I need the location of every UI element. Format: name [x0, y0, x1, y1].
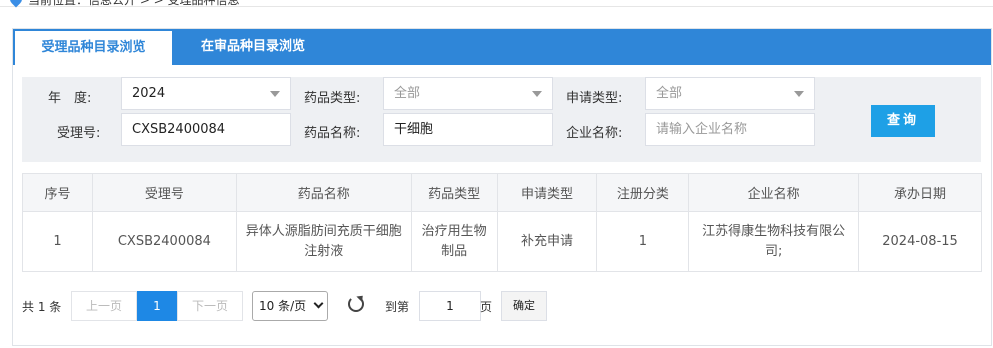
year-label: 年 度: — [48, 91, 92, 106]
cell-accept-no: CXSB2400084 — [91, 211, 237, 272]
table-header-row: 序号 受理号 药品名称 药品类型 申请类型 注册分类 企业名称 承办日期 — [22, 173, 982, 212]
col-header-company: 企业名称 — [688, 173, 860, 212]
dropdown-arrow-icon — [532, 91, 542, 97]
tab-bar: 受理品种目录浏览 在审品种目录浏览 — [13, 29, 991, 65]
chevron-down-icon — [313, 298, 324, 309]
year-select[interactable]: 2024 — [121, 77, 291, 110]
dropdown-arrow-icon — [270, 91, 280, 97]
goto-label: 到第 — [385, 300, 410, 314]
col-header-drug-type: 药品类型 — [410, 173, 498, 212]
results-table: 序号 受理号 药品名称 药品类型 申请类型 注册分类 企业名称 承办日期 1 C… — [22, 173, 982, 272]
confirm-button[interactable]: 确定 — [501, 291, 547, 321]
location-pin-icon — [7, 0, 25, 8]
page-unit-label: 页 — [480, 300, 493, 314]
query-button[interactable]: 查询 — [871, 105, 935, 137]
company-input[interactable]: 请输入企业名称 — [645, 113, 815, 146]
apply-type-select[interactable]: 全部 — [645, 77, 815, 110]
breadcrumb-text: 当前位置：信息公开 > > 受理品种信息 — [28, 0, 240, 7]
col-header-index: 序号 — [22, 173, 93, 212]
next-page-button[interactable]: 下一页 — [177, 291, 243, 321]
pagination: 共 1 条 上一页 1 下一页 10 条/页 到第 1 页 确定 — [13, 289, 991, 323]
tab-under-review-catalog[interactable]: 在审品种目录浏览 — [201, 29, 305, 65]
col-header-drug-name: 药品名称 — [235, 173, 412, 212]
table-row[interactable]: 1 CXSB2400084 异体人源脂肪间充质干细胞注射液 治疗用生物制品 补充… — [22, 211, 982, 272]
col-header-apply-type: 申请类型 — [496, 173, 598, 212]
main-panel: 受理品种目录浏览 在审品种目录浏览 年 度: 2024 药品类型: 全部 申请类… — [12, 28, 992, 346]
cell-reg-class: 1 — [596, 211, 690, 272]
cell-drug-type: 治疗用生物制品 — [410, 211, 498, 272]
apply-type-value: 全部 — [656, 86, 683, 101]
year-value: 2024 — [132, 86, 166, 101]
refresh-icon[interactable] — [348, 296, 364, 312]
goto-page-input[interactable]: 1 — [419, 291, 481, 321]
page-size-select[interactable]: 10 条/页 — [252, 291, 328, 321]
cell-drug-name: 异体人源脂肪间充质干细胞注射液 — [235, 211, 412, 272]
search-form: 年 度: 2024 药品类型: 全部 申请类型: 全部 受理号: CXSB240… — [22, 77, 981, 162]
page-1-button[interactable]: 1 — [137, 291, 177, 321]
cell-date: 2024-08-15 — [858, 211, 982, 272]
tab-accepted-catalog[interactable]: 受理品种目录浏览 — [15, 29, 172, 65]
page-size-value: 10 条/页 — [259, 299, 307, 313]
breadcrumb: 当前位置：信息公开 > > 受理品种信息 — [0, 0, 993, 8]
total-count: 共 1 条 — [22, 300, 62, 314]
col-header-reg-class: 注册分类 — [596, 173, 690, 212]
cell-index: 1 — [22, 211, 93, 272]
cell-company: 江苏得康生物科技有限公司; — [688, 211, 860, 272]
drug-name-input[interactable]: 干细胞 — [383, 113, 553, 146]
accept-no-input[interactable]: CXSB2400084 — [121, 113, 291, 146]
accept-no-label: 受理号: — [57, 126, 101, 141]
drug-name-label: 药品名称: — [304, 126, 361, 141]
prev-page-button[interactable]: 上一页 — [71, 291, 137, 321]
col-header-date: 承办日期 — [858, 173, 982, 212]
company-label: 企业名称: — [566, 126, 623, 141]
drug-type-select[interactable]: 全部 — [383, 77, 553, 110]
cell-apply-type: 补充申请 — [496, 211, 598, 272]
dropdown-arrow-icon — [794, 91, 804, 97]
drug-type-label: 药品类型: — [304, 91, 361, 106]
col-header-accept-no: 受理号 — [91, 173, 237, 212]
drug-type-value: 全部 — [394, 86, 421, 101]
apply-type-label: 申请类型: — [566, 91, 623, 106]
